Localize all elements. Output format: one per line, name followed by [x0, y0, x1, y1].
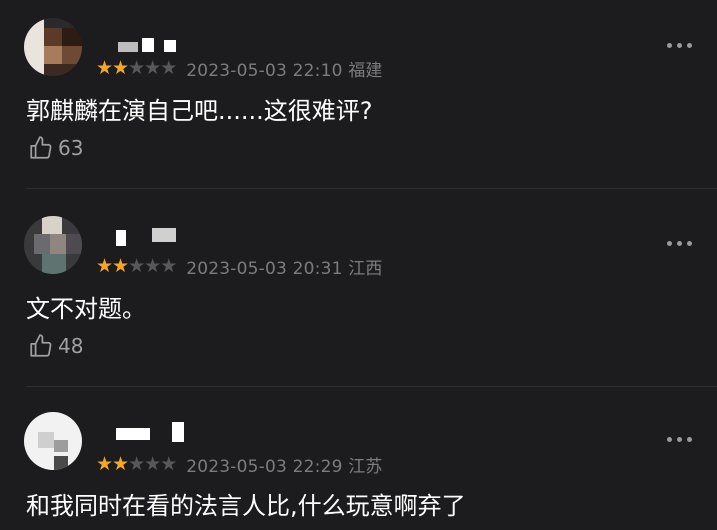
like-button[interactable]: 48: [28, 332, 83, 360]
star-filled-icon: ★: [112, 254, 129, 277]
comment-meta: ★ ★ ★ ★ ★ 2023-05-03 22:29 江苏: [96, 451, 383, 477]
avatar[interactable]: [24, 216, 82, 274]
star-filled-icon: ★: [96, 254, 113, 277]
avatar[interactable]: [24, 412, 82, 470]
star-empty-icon: ★: [144, 56, 161, 79]
username-redacted[interactable]: [116, 422, 196, 442]
star-filled-icon: ★: [112, 56, 129, 79]
star-empty-icon: ★: [128, 254, 145, 277]
star-empty-icon: ★: [160, 452, 177, 475]
thumbs-up-outline-icon: [30, 334, 52, 357]
star-empty-icon: ★: [144, 452, 161, 475]
like-count: 63: [58, 136, 84, 160]
timestamp-location: 2023-05-03 20:31 江西: [186, 258, 383, 279]
username-redacted[interactable]: [118, 38, 178, 54]
divider: [26, 386, 717, 387]
comment-text: 和我同时在看的法言人比,什么玩意啊弃了: [26, 492, 466, 520]
star-empty-icon: ★: [160, 56, 177, 79]
thumbs-up-outline-icon: [30, 136, 52, 159]
comment-meta: ★ ★ ★ ★ ★ 2023-05-03 22:10 福建: [96, 55, 383, 81]
star-rating: ★ ★ ★ ★ ★: [96, 56, 177, 79]
timestamp-location: 2023-05-03 22:29 江苏: [186, 456, 383, 477]
avatar[interactable]: [24, 18, 82, 76]
star-empty-icon: ★: [144, 254, 161, 277]
more-dots-icon: [667, 436, 672, 442]
star-filled-icon: ★: [96, 56, 113, 79]
star-rating: ★ ★ ★ ★ ★: [96, 452, 177, 475]
star-filled-icon: ★: [96, 452, 113, 475]
more-options-button[interactable]: [667, 236, 701, 250]
comment-meta: ★ ★ ★ ★ ★ 2023-05-03 20:31 江西: [96, 253, 383, 279]
divider: [26, 188, 717, 189]
star-empty-icon: ★: [160, 254, 177, 277]
comment-text: 郭麒麟在演自己吧......这很难评?: [26, 97, 373, 125]
more-dots-icon: [667, 240, 672, 246]
star-empty-icon: ★: [128, 452, 145, 475]
like-button[interactable]: 63: [28, 134, 83, 162]
more-dots-icon: [667, 42, 672, 48]
star-filled-icon: ★: [112, 452, 129, 475]
more-options-button[interactable]: [667, 38, 701, 52]
more-options-button[interactable]: [667, 432, 701, 446]
like-count: 48: [58, 334, 84, 358]
timestamp-location: 2023-05-03 22:10 福建: [186, 60, 383, 81]
star-empty-icon: ★: [128, 56, 145, 79]
username-redacted[interactable]: [116, 228, 176, 246]
comment-text: 文不对题。: [26, 295, 146, 323]
star-rating: ★ ★ ★ ★ ★: [96, 254, 177, 277]
